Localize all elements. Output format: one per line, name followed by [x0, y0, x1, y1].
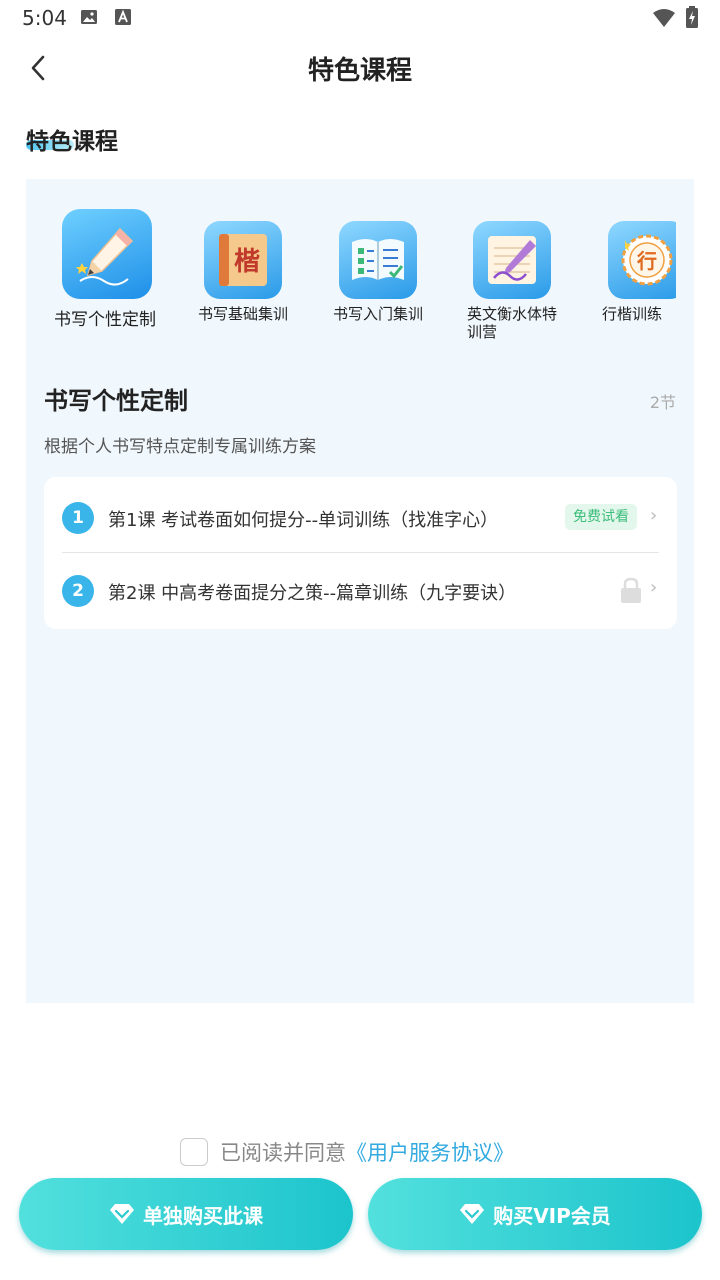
lesson-row[interactable]: 1 第1课 考试卷面如何提分--单词训练（找准字心） 免费试看 › — [44, 477, 677, 552]
pencil-icon — [62, 209, 152, 299]
category-label: 书写基础集训 — [198, 305, 289, 323]
section-heading-text: 特色课程 — [26, 129, 118, 155]
status-time: 5:04 — [22, 6, 67, 30]
category-label: 行楷训练 — [602, 305, 663, 323]
course-description: 根据个人书写特点定制专属训练方案 — [44, 437, 316, 457]
app-bar: 特色课程 — [0, 36, 720, 100]
chevron-right-icon: › — [650, 505, 658, 526]
category-item-intro[interactable]: 书写入门集训 — [333, 209, 453, 349]
wifi-icon — [653, 9, 675, 27]
page-title: 特色课程 — [307, 56, 412, 86]
chevron-right-icon: › — [650, 577, 658, 598]
section-heading: 特色课程 — [26, 122, 118, 155]
battery-charging-icon — [686, 6, 698, 28]
agreement-checkbox[interactable] — [180, 1138, 208, 1166]
category-row[interactable]: 书写个性定制 楷 书写基础集训 书写入门集训 英文衡水体特训营 行 行楷训练 — [26, 209, 676, 349]
lesson-list: 1 第1课 考试卷面如何提分--单词训练（找准字心） 免费试看 › 2 第2课 … — [44, 477, 677, 629]
diamond-icon — [460, 1204, 485, 1224]
lesson-row[interactable]: 2 第2课 中高考卷面提分之策--篇章训练（九字要诀） › — [44, 553, 677, 628]
course-panel: 书写个性定制 楷 书写基础集训 书写入门集训 英文衡水体特训营 行 行楷训练 书… — [26, 179, 694, 1003]
svg-text:行: 行 — [636, 249, 657, 273]
image-icon — [81, 10, 97, 24]
category-label: 书写入门集训 — [333, 305, 424, 323]
lesson-count: 2节 — [649, 393, 676, 412]
font-a-icon — [115, 9, 131, 25]
lesson-number: 2 — [62, 575, 94, 607]
lock-icon — [621, 577, 641, 603]
category-item-english[interactable]: 英文衡水体特训营 — [467, 209, 587, 349]
user-agreement-link[interactable]: 《用户服务协议》 — [346, 1137, 514, 1167]
xing-badge-icon: 行 — [608, 221, 676, 299]
free-preview-badge: 免费试看 — [565, 504, 637, 530]
category-label: 书写个性定制 — [54, 310, 156, 330]
course-title: 书写个性定制 — [44, 387, 188, 415]
status-bar: 5:04 — [0, 0, 720, 36]
category-item-basic[interactable]: 楷 书写基础集训 — [198, 209, 318, 349]
agreement-row: 已阅读并同意 《用户服务协议》 — [180, 1136, 514, 1168]
category-label: 英文衡水体特训营 — [467, 305, 558, 341]
agreement-text: 已阅读并同意 — [220, 1141, 346, 1165]
kai-book-icon: 楷 — [204, 221, 282, 299]
buy-single-label: 单独购买此课 — [143, 1203, 263, 1228]
buy-vip-label: 购买VIP会员 — [493, 1203, 611, 1228]
checklist-book-icon — [339, 221, 417, 299]
lesson-title: 第2课 中高考卷面提分之策--篇章训练（九字要诀） — [108, 583, 517, 604]
lesson-title: 第1课 考试卷面如何提分--单词训练（找准字心） — [108, 510, 499, 531]
lesson-number: 1 — [62, 502, 94, 534]
notebook-pen-icon — [473, 221, 551, 299]
buy-vip-button[interactable]: 购买VIP会员 — [368, 1178, 702, 1250]
buy-single-course-button[interactable]: 单独购买此课 — [19, 1178, 353, 1250]
category-item-personal[interactable]: 书写个性定制 — [52, 209, 172, 349]
category-item-xingkai[interactable]: 行 行楷训练 — [602, 209, 676, 349]
diamond-icon — [110, 1204, 134, 1224]
svg-text:楷: 楷 — [234, 247, 260, 277]
